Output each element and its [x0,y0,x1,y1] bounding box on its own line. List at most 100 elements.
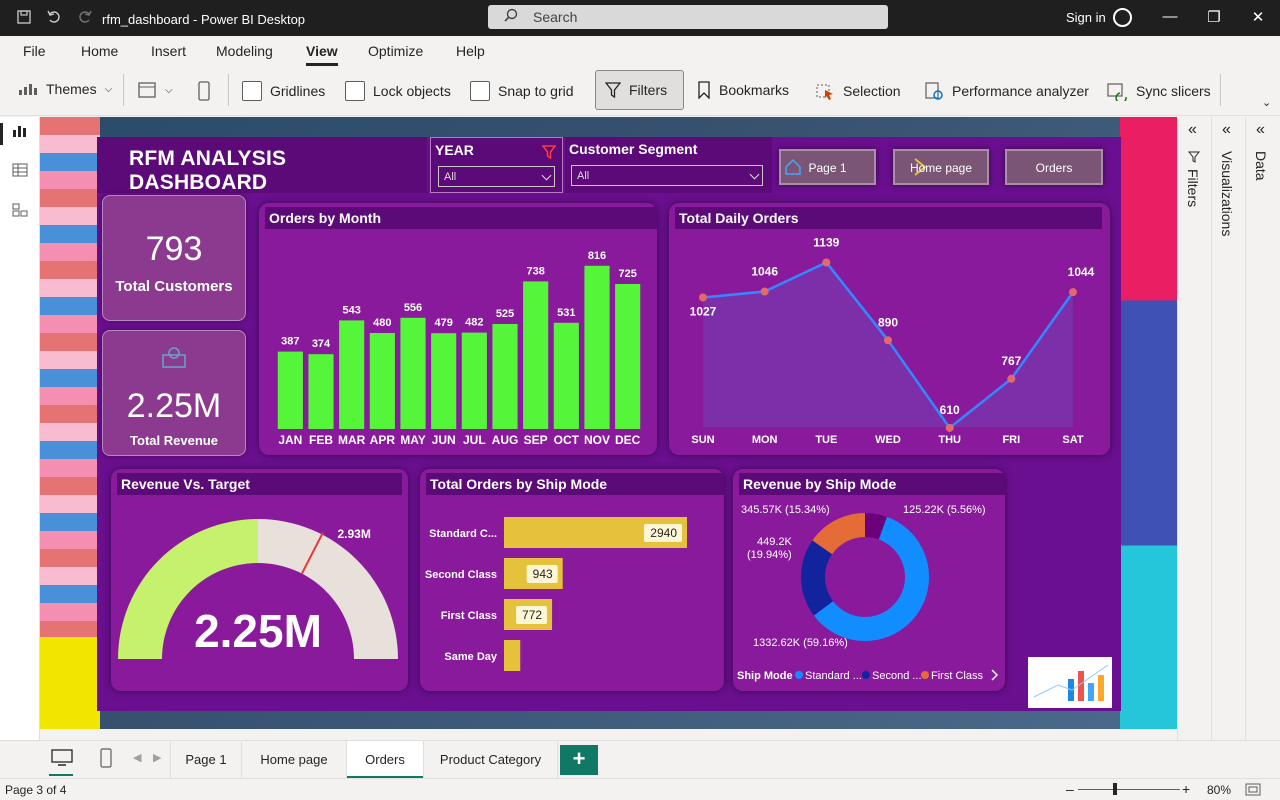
tab-orders[interactable]: Orders [347,741,424,779]
data-point-mon [760,287,769,296]
filters-label: Filters [629,82,668,98]
kpi-total-customers[interactable]: 793 Total Customers [102,195,246,321]
nav-button-label: Page 1 [808,161,847,175]
x-tick-label: FEB [309,433,333,447]
tab-page-1[interactable]: Page 1 [170,741,242,779]
ribbon-expand-chevron-icon[interactable]: ⌄ [1262,96,1271,109]
page-indicator: Page 3 of 4 [5,783,67,797]
legend-marker [795,671,803,679]
undo-icon[interactable] [46,9,62,29]
revenue-gauge-chart: 2.93M 2.25M [118,519,398,659]
x-tick-label: MAR [338,433,366,447]
tab-home-page[interactable]: Home page [242,741,347,779]
desktop-layout-icon[interactable] [51,749,73,767]
expand-pane-icon[interactable]: « [1188,121,1197,139]
data-pane[interactable]: « Data [1245,117,1279,740]
snap-to-grid-checkbox[interactable] [470,81,490,101]
save-icon[interactable] [16,9,32,29]
chevron-down-icon: ⌵ [165,84,173,96]
close-icon[interactable]: ✕ [1248,8,1268,26]
total-daily-orders-panel[interactable]: Total Daily Orders 1027 SUN 1046 MON 1139 TUE… [669,203,1110,455]
scroll-right-icon[interactable]: ▶ [153,751,161,764]
expand-pane-icon[interactable]: « [1222,121,1231,139]
visualizations-pane-label: Visualizations [1219,151,1235,237]
x-tick-label: AUG [492,433,519,447]
bar-sep [523,281,549,429]
fit-to-page-icon[interactable] [1245,783,1261,796]
nav-button-page-1[interactable]: Page 1 [779,149,876,185]
gridlines-checkbox[interactable] [242,81,262,101]
x-tick-label: JUL [463,433,486,447]
customer-segment-dropdown[interactable]: All [571,165,763,186]
revenue-by-ship-mode-panel[interactable]: Revenue by Ship Mode 1332.62K (59.16%) 44… [733,469,1005,691]
x-tick-label: MON [752,434,778,446]
bookmarks-button[interactable]: Bookmarks [697,81,789,99]
model-view-icon[interactable] [12,203,28,217]
snap-to-grid-toggle[interactable]: Snap to grid [470,81,574,101]
sign-in-link[interactable]: Sign in [1066,10,1106,25]
data-label: 2940 [650,526,677,540]
filters-pane[interactable]: « Filters [1177,117,1211,740]
search-box[interactable]: Search [488,5,888,29]
selection-button[interactable]: Selection [815,81,901,101]
add-page-button[interactable]: + [560,745,598,775]
nav-button-orders[interactable]: Orders [1005,149,1103,185]
menu-modeling[interactable]: Modeling [216,43,273,59]
slice-data-label: 449.2K [757,536,793,548]
menu-help[interactable]: Help [456,43,485,59]
mobile-layout-icon[interactable] [100,748,112,768]
customer-segment-slicer[interactable]: Customer Segment All [565,137,772,193]
year-slicer[interactable]: YEAR All [430,137,563,193]
y-tick-label: Same Day [444,651,497,663]
slice-data-label: 1332.62K (59.16%) [753,637,848,649]
account-icon[interactable] [1113,8,1132,27]
performance-analyzer-button[interactable]: Performance analyzer [924,81,1089,101]
data-point-wed [884,336,892,345]
minimize-icon[interactable]: — [1160,8,1180,25]
orders-by-month-panel[interactable]: Orders by Month 387 JAN 374 FEB 543 MAR 480 APR… [259,203,657,455]
year-dropdown[interactable]: All [438,166,555,187]
bar-data-label: 479 [434,317,452,329]
revenue-vs-target-panel[interactable]: Revenue Vs. Target 2.93M 2.25M [111,469,408,691]
scroll-left-icon[interactable]: ◀ [133,751,141,764]
menu-file[interactable]: File [23,43,46,59]
lock-objects-toggle[interactable]: Lock objects [345,81,451,101]
selection-icon [816,84,833,100]
kpi-total-revenue[interactable]: 2.25M Total Revenue [102,330,246,456]
redo-icon[interactable] [77,9,93,29]
menu-optimize[interactable]: Optimize [368,43,423,59]
year-slicer-label: YEAR [435,142,474,158]
restore-icon[interactable]: ❐ [1204,8,1224,26]
themes-label: Themes [46,81,97,97]
lock-objects-checkbox[interactable] [345,81,365,101]
mobile-layout-button[interactable] [197,81,211,101]
expand-pane-icon[interactable]: « [1256,121,1265,139]
orders-by-ship-mode-panel[interactable]: Total Orders by Ship Mode Standard C... 2… [420,469,724,691]
zoom-slider-thumb[interactable] [1113,783,1117,795]
zoom-slider[interactable] [1078,789,1180,790]
selection-label: Selection [843,83,901,99]
zoom-in-button[interactable]: + [1182,781,1190,797]
zoom-level: 80% [1207,783,1232,797]
menu-view[interactable]: View [306,43,338,66]
x-tick-label: JAN [278,433,302,447]
data-pane-label: Data [1253,151,1269,181]
bar-data-label: 725 [618,268,636,280]
tab-product-category[interactable]: Product Category [424,741,558,779]
themes-button[interactable]: Themes ⌵ [18,81,112,97]
gridlines-toggle[interactable]: Gridlines [242,81,325,101]
nav-button-home-page[interactable]: Home page [893,149,989,185]
data-label: 890 [878,315,898,329]
menu-insert[interactable]: Insert [151,43,186,59]
visualizations-pane[interactable]: « Visualizations [1211,117,1245,740]
report-view-icon[interactable] [12,124,28,138]
zoom-out-button[interactable]: – [1066,781,1074,797]
active-view-indicator [0,123,3,145]
report-page: RFM ANALYSIS DASHBOARD YEAR All Customer… [97,137,1121,711]
x-tick-label: FRI [1002,434,1020,446]
menu-home[interactable]: Home [81,43,118,59]
filters-button-content[interactable]: Filters [605,81,667,99]
sync-slicers-button[interactable]: Sync slicers [1106,81,1211,101]
table-view-icon[interactable] [12,163,28,177]
page-view-button[interactable]: ⌵ [137,81,173,99]
